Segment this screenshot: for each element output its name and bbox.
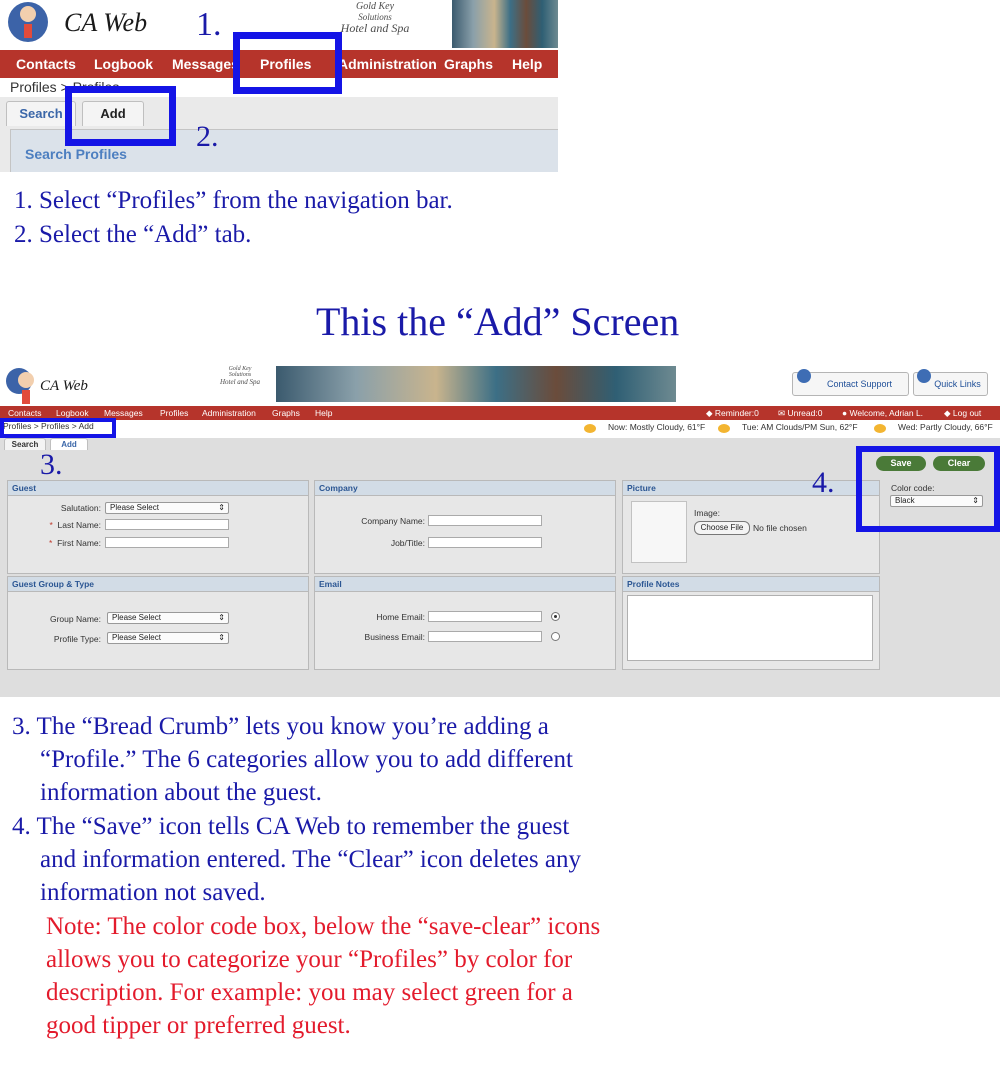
highlight-save-clear (856, 446, 1000, 532)
weather-partly-cloudy-icon (874, 424, 886, 433)
profile-type-select[interactable]: Please Select ⇕ (107, 632, 229, 644)
nav-graphs[interactable]: Graphs (272, 408, 300, 418)
profile-notes-panel: Profile Notes (622, 576, 880, 670)
nav-logbook[interactable]: Logbook (94, 56, 153, 72)
logout-link[interactable]: ◆ Log out (944, 408, 981, 419)
instruction-step-4-line-2: and information entered. The “Clear” ico… (40, 846, 581, 873)
no-file-chosen-text: No file chosen (753, 523, 807, 533)
user-avatar-icon (6, 368, 34, 404)
nav-administration[interactable]: Administration (202, 408, 256, 418)
last-name-label: * Last Name: (49, 520, 101, 530)
profile-notes-textarea[interactable] (627, 595, 873, 661)
nav-contacts[interactable]: Contacts (8, 408, 42, 418)
weather-wed: Wed: Partly Cloudy, 66°F (898, 422, 993, 432)
salutation-label: Salutation: (60, 503, 101, 513)
note-line-2: allows you to categorize your “Profiles”… (46, 946, 573, 973)
instruction-step-2: 2. Select the “Add” tab. (14, 221, 252, 248)
marker-2: 2. (196, 120, 219, 153)
company-panel-title: Company (315, 481, 615, 496)
nav-administration[interactable]: Administration (338, 56, 437, 72)
navigation-bar: Contacts Logbook Messages Profiles Admin… (0, 406, 1000, 420)
hotel-banner-image (452, 0, 558, 48)
instruction-step-4-line-1: 4. The “Save” icon tells CA Web to remem… (12, 813, 570, 840)
add-screen-headline: This the “Add” Screen (316, 299, 680, 344)
highlight-add-tab (65, 86, 176, 146)
section-title: Search Profiles (25, 146, 127, 162)
nav-profiles[interactable]: Profiles (160, 408, 188, 418)
last-name-input[interactable] (105, 519, 229, 530)
app-logo-text: CA Web (64, 8, 148, 37)
instruction-step-3-line-3: information about the guest. (40, 779, 322, 806)
group-name-label: Group Name: (49, 614, 101, 624)
business-email-input[interactable] (428, 631, 542, 642)
first-name-input[interactable] (105, 537, 229, 548)
marker-4: 4. (812, 466, 835, 499)
nav-graphs[interactable]: Graphs (444, 56, 493, 72)
company-name-label: Company Name: (361, 516, 425, 526)
support-chat-icon (797, 369, 811, 383)
profile-type-label: Profile Type: (53, 634, 101, 644)
user-avatar-icon (8, 2, 48, 42)
salutation-select[interactable]: Please Select ⇕ (105, 502, 229, 514)
nav-messages[interactable]: Messages (172, 56, 239, 72)
note-line-3: description. For example: you may select… (46, 979, 573, 1006)
business-email-label: Business Email: (364, 632, 425, 642)
hotel-banner-image (276, 366, 676, 402)
brand-logo: Gold Key Solutions Hotel and Spa (219, 366, 261, 386)
nav-messages[interactable]: Messages (104, 408, 143, 418)
weather-tue: Tue: AM Clouds/PM Sun, 62°F (742, 422, 858, 432)
unread-link[interactable]: ✉ Unread:0 (778, 408, 822, 419)
nav-logbook[interactable]: Logbook (56, 408, 89, 418)
company-name-input[interactable] (428, 515, 542, 526)
email-panel: Email Home Email: Business Email: (314, 576, 616, 670)
note-line-1: Note: The color code box, below the “sav… (46, 913, 601, 940)
company-panel: Company Company Name: Job/Title: (314, 480, 616, 574)
guest-group-panel: Guest Group & Type Group Name: Please Se… (7, 576, 309, 670)
brand-logo: Gold Key Solutions Hotel and Spa (340, 1, 410, 35)
quick-links-button[interactable]: Quick Links (913, 369, 988, 396)
note-line-4: good tipper or preferred guest. (46, 1012, 351, 1039)
image-label: Image: (694, 508, 720, 518)
add-screen-screenshot: CA Web Gold Key Solutions Hotel and Spa … (0, 360, 1000, 697)
weather-sun-icon (718, 424, 730, 433)
instruction-step-3-line-2: “Profile.” The 6 categories allow you to… (40, 746, 573, 773)
guest-group-panel-title: Guest Group & Type (8, 577, 308, 592)
weather-cloudy-icon (584, 424, 596, 433)
home-email-primary-radio[interactable] (551, 612, 560, 621)
welcome-user: ● Welcome, Adrian L. (842, 408, 924, 418)
group-name-select[interactable]: Please Select ⇕ (107, 612, 229, 624)
home-email-input[interactable] (428, 611, 542, 622)
instruction-step-3-line-1: 3. The “Bread Crumb” lets you know you’r… (12, 713, 549, 740)
nav-help[interactable]: Help (315, 408, 332, 418)
guest-panel-title: Guest (8, 481, 308, 496)
email-panel-title: Email (315, 577, 615, 592)
marker-1: 1. (196, 6, 222, 43)
marker-3: 3. (40, 448, 63, 481)
instruction-step-4-line-3: information not saved. (40, 879, 266, 906)
picture-panel-title: Picture (623, 481, 879, 496)
job-title-input[interactable] (428, 537, 542, 548)
weather-now: Now: Mostly Cloudy, 61°F (608, 422, 706, 432)
reminder-link[interactable]: ◆ Reminder:0 (706, 408, 759, 419)
highlight-breadcrumb (0, 418, 116, 438)
nav-help[interactable]: Help (512, 56, 542, 72)
business-email-primary-radio[interactable] (551, 632, 560, 641)
profiles-nav-screenshot: CA Web Gold Key Solutions Hotel and Spa … (0, 0, 558, 172)
guest-panel: Guest Salutation: Please Select ⇕ * Last … (7, 480, 309, 574)
picture-preview (631, 501, 687, 563)
job-title-label: Job/Title: (390, 538, 425, 548)
app-logo-text: CA Web (40, 378, 88, 394)
profile-notes-panel-title: Profile Notes (623, 577, 879, 592)
instruction-step-1: 1. Select “Profiles” from the navigation… (14, 187, 453, 214)
home-email-label: Home Email: (376, 612, 425, 622)
picture-panel: Picture Image: Choose File No file chose… (622, 480, 880, 574)
highlight-profiles (233, 32, 342, 94)
choose-file-button[interactable]: Choose File (694, 521, 750, 535)
link-chain-icon (917, 369, 931, 383)
nav-contacts[interactable]: Contacts (16, 56, 76, 72)
contact-support-button[interactable]: Contact Support (792, 369, 909, 396)
first-name-label: * First Name: (49, 538, 101, 548)
